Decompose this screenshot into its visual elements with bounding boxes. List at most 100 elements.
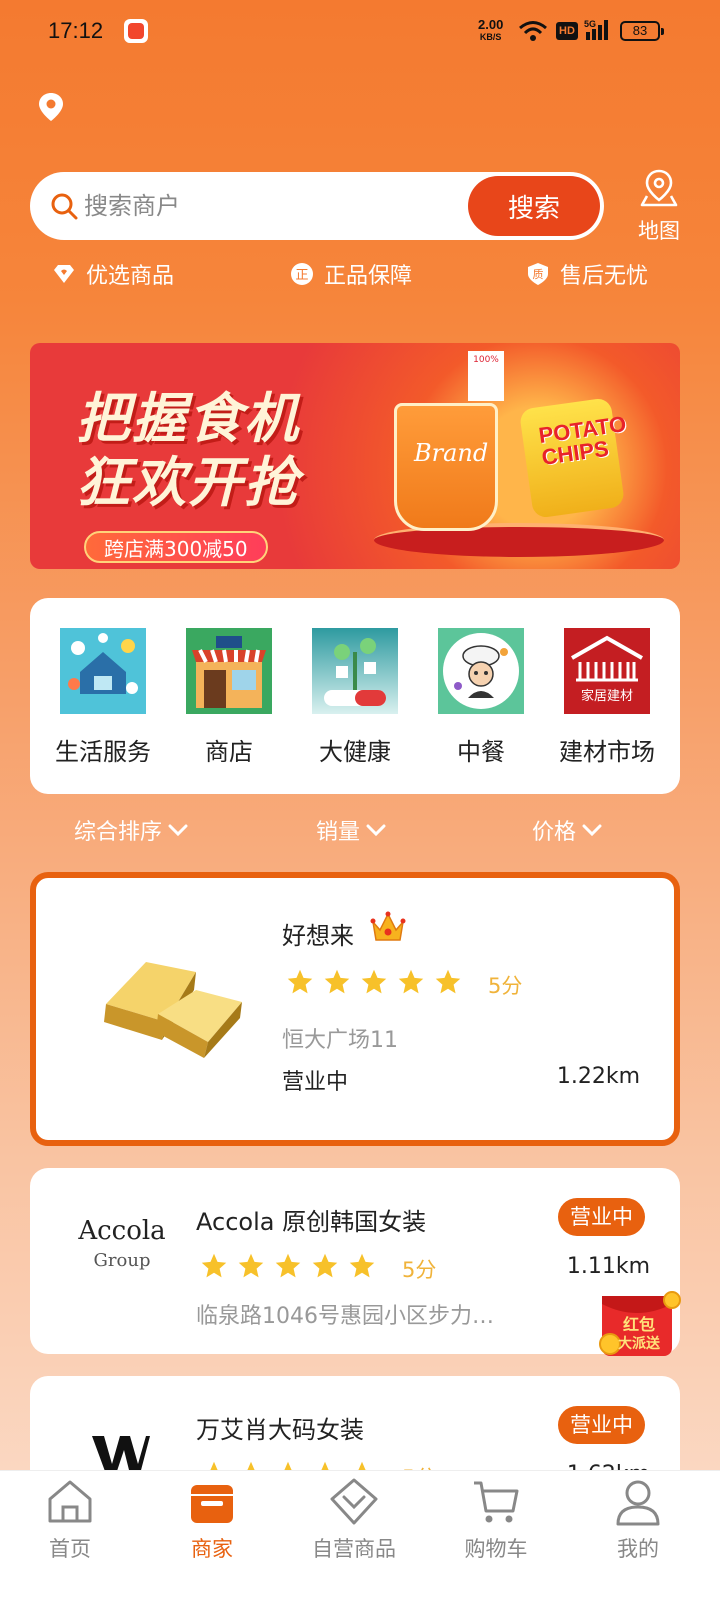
cart-icon <box>474 1481 519 1523</box>
red-packet-icon: 红包 大派送 <box>599 1291 681 1356</box>
building-materials-text: 家居建材 <box>581 688 633 704</box>
store-address: 恒大广场11 <box>282 1028 398 1053</box>
wifi-icon <box>519 21 547 41</box>
aftersale-shield-icon: 质 <box>528 263 548 285</box>
category-label: 商店 <box>205 738 253 766</box>
map-button[interactable]: 地图 <box>630 168 688 245</box>
store-rating: 5分 <box>402 1258 437 1282</box>
network-type: 5G <box>584 19 596 29</box>
map-pin-icon <box>640 169 678 207</box>
banner-ice-cream-cup <box>394 403 498 531</box>
tab-cart[interactable]: 购物车 <box>436 1477 556 1563</box>
red-packet-line1: 红包 <box>623 1315 655 1334</box>
banner-title: 把握食机 狂欢开抢 <box>76 387 300 515</box>
star-icon <box>349 1253 375 1278</box>
sort-price[interactable]: 价格 <box>532 814 602 846</box>
banner-cup-text: Brand <box>414 439 489 467</box>
star-icon <box>398 969 424 994</box>
tab-label: 商家 <box>191 1537 233 1561</box>
search-icon <box>51 193 78 220</box>
category-card: 生活服务 商店 大健康 中餐 家居建材 建材市场 <box>30 598 680 794</box>
store-open-status: 营业中 <box>282 1070 349 1095</box>
svg-text:质: 质 <box>533 268 544 281</box>
category-building-materials[interactable]: 家居建材 建材市场 <box>544 628 670 767</box>
chevron-down-icon <box>366 824 386 836</box>
rating-stars <box>200 1252 385 1280</box>
sort-bar: 综合排序 销量 价格 <box>0 814 720 854</box>
category-chinese-food[interactable]: 中餐 <box>418 628 544 767</box>
location-pin-icon[interactable] <box>38 92 64 122</box>
feature-label: 售后无忧 <box>560 264 649 289</box>
tab-label: 购物车 <box>464 1537 528 1561</box>
promo-banner[interactable]: 把握食机 狂欢开抢 跨店满300减50 100% Brand POTATO CH… <box>30 343 680 569</box>
self-operated-icon <box>330 1478 378 1525</box>
wanaixiao-logo <box>92 1436 150 1474</box>
banner-title-line1: 把握食机 <box>76 387 300 450</box>
store-distance: 1.11km <box>566 1254 650 1279</box>
feature-aftersale: 质 售后无忧 <box>526 258 648 290</box>
red-packet-button[interactable]: 红包 大派送 <box>596 1286 686 1362</box>
search-button[interactable]: 搜索 <box>468 176 600 236</box>
network-speed: 2.00 KB/S <box>478 17 504 43</box>
sort-label: 综合排序 <box>74 820 163 845</box>
feature-genuine: 正 正品保障 <box>290 258 412 290</box>
feature-label: 优选商品 <box>86 264 175 289</box>
map-label: 地图 <box>638 219 680 243</box>
smart-home-icon <box>60 628 146 714</box>
network-speed-value: 2.00 <box>478 17 504 32</box>
status-badge: 营业中 <box>558 1406 645 1444</box>
sort-sales[interactable]: 销量 <box>316 814 386 846</box>
store-name: 好想来 <box>282 922 354 950</box>
svg-text:正: 正 <box>295 268 308 283</box>
chevron-down-icon <box>582 824 602 836</box>
tab-self-operated[interactable]: 自营商品 <box>294 1477 414 1563</box>
notification-app-icon <box>124 19 148 43</box>
sort-comprehensive[interactable]: 综合排序 <box>74 814 188 846</box>
gold-bar-image <box>104 962 242 1058</box>
star-icon <box>275 1253 301 1278</box>
feature-label: 正品保障 <box>324 264 413 289</box>
category-store[interactable]: 商店 <box>166 628 292 767</box>
store-card[interactable]: Accola Group Accola 原创韩国女装 营业中 5分 1.11km… <box>30 1168 680 1354</box>
battery-indicator: 83 <box>620 21 664 41</box>
store-name: Accola 原创韩国女装 <box>196 1208 427 1236</box>
tab-profile[interactable]: 我的 <box>578 1477 698 1563</box>
store-card[interactable]: 好想来 5分 恒大广场11 营业中 1.22km <box>30 872 680 1146</box>
star-icon <box>361 969 387 994</box>
crown-icon <box>370 911 406 941</box>
health-capsule-icon <box>312 628 398 714</box>
network-speed-unit: KB/S <box>479 32 502 42</box>
category-health[interactable]: 大健康 <box>292 628 418 767</box>
status-badge: 营业中 <box>558 1198 645 1236</box>
profile-icon <box>616 1480 660 1526</box>
bottom-tab-bar: 首页 商家 自营商品 购物车 我的 <box>0 1470 720 1600</box>
category-label: 建材市场 <box>559 738 655 766</box>
tab-merchant[interactable]: 商家 <box>152 1477 272 1563</box>
storefront-icon <box>186 628 272 714</box>
sort-label: 价格 <box>532 820 577 845</box>
diamond-heart-icon <box>54 265 74 283</box>
store-rating: 5分 <box>488 974 523 998</box>
accola-logo-subtext: Group <box>93 1250 151 1271</box>
rating-stars <box>286 968 471 996</box>
star-icon <box>287 969 313 994</box>
star-icon <box>238 1253 264 1278</box>
home-icon <box>48 1480 92 1523</box>
building-materials-icon: 家居建材 <box>564 628 650 714</box>
tab-label: 自营商品 <box>312 1537 396 1561</box>
accola-logo-text: Accola <box>78 1216 166 1246</box>
star-icon <box>435 969 461 994</box>
star-icon <box>324 969 350 994</box>
star-icon <box>312 1253 338 1278</box>
sort-label: 销量 <box>316 820 361 845</box>
chevron-down-icon <box>168 824 188 836</box>
search-input[interactable] <box>84 184 464 228</box>
feature-selected-goods: 优选商品 <box>52 258 174 290</box>
category-life-services[interactable]: 生活服务 <box>40 628 166 767</box>
tab-home[interactable]: 首页 <box>10 1477 130 1563</box>
accola-logo: Accola Group <box>74 1216 170 1271</box>
status-time: 17:12 <box>48 18 104 43</box>
store-distance: 1.22km <box>556 1064 640 1089</box>
red-packet-line2: 大派送 <box>618 1335 661 1352</box>
category-label: 中餐 <box>457 738 505 766</box>
